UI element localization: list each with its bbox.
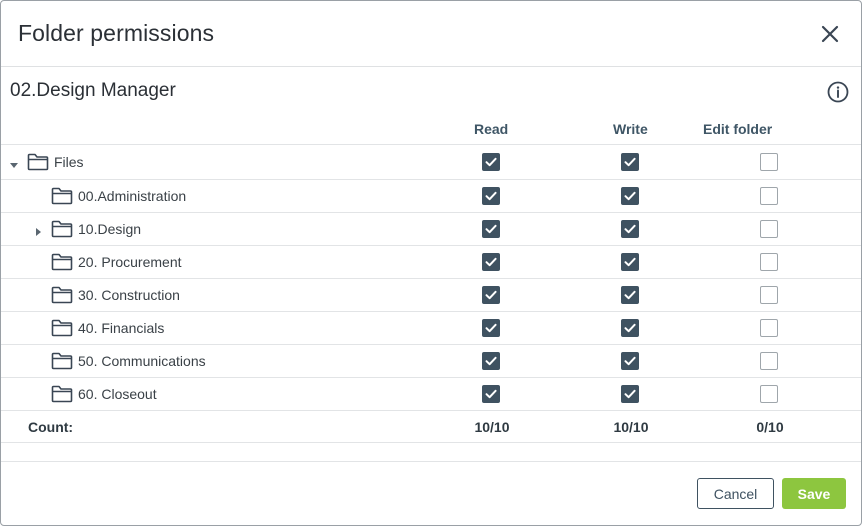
- table-row: 50. Communications: [1, 344, 861, 377]
- write-checkbox[interactable]: [621, 352, 639, 370]
- read-checkbox[interactable]: [482, 319, 500, 337]
- read-checkbox[interactable]: [482, 352, 500, 370]
- folder-icon: [51, 187, 73, 205]
- dialog-header: Folder permissions: [1, 1, 861, 67]
- edit-checkbox[interactable]: [760, 319, 778, 337]
- read-checkbox[interactable]: [482, 253, 500, 271]
- read-checkbox[interactable]: [482, 220, 500, 238]
- folder-permissions-dialog: Folder permissions 02.Design Manager Rea…: [0, 0, 862, 526]
- count-row: Count: 10/10 10/10 0/10: [1, 410, 861, 443]
- write-checkbox[interactable]: [621, 385, 639, 403]
- table-row: 10.Design: [1, 212, 861, 245]
- read-checkbox[interactable]: [482, 153, 500, 171]
- folder-icon: [51, 286, 73, 304]
- column-header-write: Write: [613, 121, 648, 137]
- folder-name: 10.Design: [78, 221, 142, 237]
- folder-icon: [51, 352, 73, 370]
- table-row: Files: [1, 144, 861, 179]
- write-checkbox[interactable]: [621, 220, 639, 238]
- folder-icon: [27, 153, 49, 171]
- folder-icon: [51, 319, 73, 337]
- folder-name: 00.Administration: [78, 188, 187, 204]
- folder-name: 40. Financials: [78, 320, 165, 336]
- cancel-button[interactable]: Cancel: [697, 478, 774, 509]
- footer-divider: [1, 461, 861, 462]
- edit-checkbox[interactable]: [760, 220, 778, 238]
- edit-checkbox[interactable]: [760, 286, 778, 304]
- table-row: 60. Closeout: [1, 377, 861, 410]
- column-header-read: Read: [474, 121, 509, 137]
- folder-icon: [51, 385, 73, 403]
- edit-checkbox[interactable]: [760, 352, 778, 370]
- caret-down-icon[interactable]: [9, 157, 19, 168]
- group-name: 02.Design Manager: [10, 80, 176, 101]
- close-icon[interactable]: [816, 20, 844, 48]
- write-checkbox[interactable]: [621, 187, 639, 205]
- count-label: Count:: [28, 418, 74, 435]
- folder-name: 30. Construction: [78, 287, 180, 303]
- edit-checkbox[interactable]: [760, 385, 778, 403]
- caret-right-icon[interactable]: [33, 224, 43, 236]
- group-header: 02.Design Manager Read Write Edit folder: [1, 67, 861, 143]
- count-read: 10/10: [474, 418, 510, 435]
- table-row: 30. Construction: [1, 278, 861, 311]
- read-checkbox[interactable]: [482, 286, 500, 304]
- column-header-edit-folder: Edit folder: [703, 121, 773, 137]
- table-row: 20. Procurement: [1, 245, 861, 278]
- table-row: 40. Financials: [1, 311, 861, 344]
- read-checkbox[interactable]: [482, 385, 500, 403]
- folder-name: 50. Communications: [78, 353, 206, 369]
- folder-name: 20. Procurement: [78, 254, 182, 270]
- count-write: 10/10: [613, 418, 649, 435]
- write-checkbox[interactable]: [621, 286, 639, 304]
- write-checkbox[interactable]: [621, 253, 639, 271]
- folder-icon: [51, 220, 73, 238]
- edit-checkbox[interactable]: [760, 187, 778, 205]
- edit-checkbox[interactable]: [760, 153, 778, 171]
- table-row: 00.Administration: [1, 179, 861, 212]
- info-icon[interactable]: [826, 80, 850, 104]
- dialog-title: Folder permissions: [18, 20, 215, 46]
- folder-name: 60. Closeout: [78, 386, 157, 402]
- save-button[interactable]: Save: [782, 478, 846, 509]
- write-checkbox[interactable]: [621, 319, 639, 337]
- folder-icon: [51, 253, 73, 271]
- permissions-grid: Files 00.Administration 10.Design 20. Procu…: [1, 144, 861, 443]
- count-edit: 0/10: [756, 418, 784, 435]
- write-checkbox[interactable]: [621, 153, 639, 171]
- read-checkbox[interactable]: [482, 187, 500, 205]
- edit-checkbox[interactable]: [760, 253, 778, 271]
- folder-name: Files: [54, 154, 84, 170]
